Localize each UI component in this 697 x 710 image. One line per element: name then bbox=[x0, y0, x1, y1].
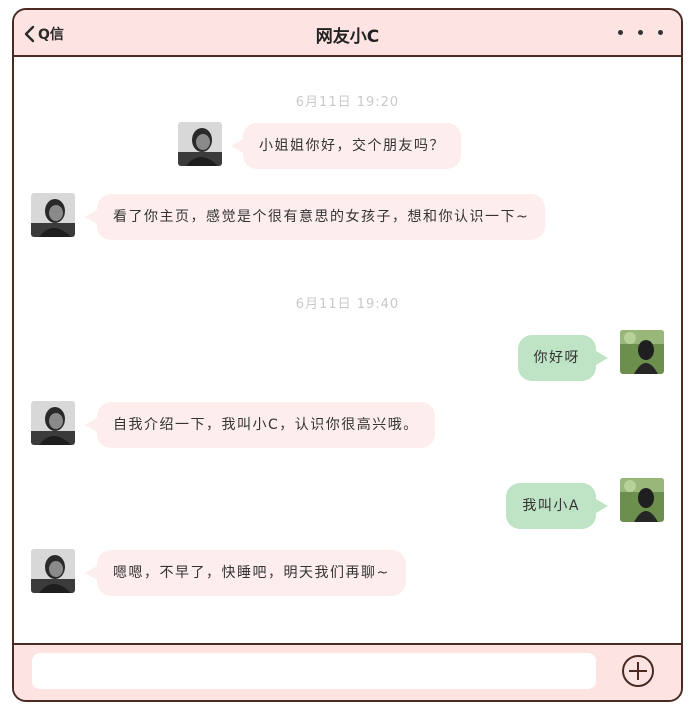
avatar-friend[interactable] bbox=[31, 401, 75, 445]
dot bbox=[618, 30, 623, 35]
dot bbox=[638, 30, 643, 35]
message-bubble-left: 小姐姐你好，交个朋友吗？ bbox=[231, 123, 461, 169]
message-bubble-left: 看了你主页，感觉是个很有意思的女孩子，想和你认识一下~ bbox=[84, 194, 546, 240]
chat-header: Q信 网友小C bbox=[14, 10, 681, 57]
avatar-friend[interactable] bbox=[178, 122, 222, 166]
message-bubble-left: 自我介绍一下，我叫小C，认识你很高兴哦。 bbox=[85, 402, 435, 448]
avatar-friend[interactable] bbox=[31, 193, 75, 237]
chat-window: Q信 网友小C 6月11日 19:20 小姐姐你好，交个朋友吗？ 看了你主页，感… bbox=[12, 8, 683, 702]
message-bubble-right: 我叫小A bbox=[506, 483, 608, 529]
input-bar bbox=[14, 643, 681, 700]
timestamp: 6月11日 19:40 bbox=[295, 297, 400, 312]
avatar-self[interactable] bbox=[620, 330, 664, 374]
chat-title: 网友小C bbox=[315, 27, 380, 47]
message-bubble-left: 嗯嗯，不早了，快睡吧，明天我们再聊~ bbox=[85, 550, 406, 596]
message-list[interactable]: 6月11日 19:20 小姐姐你好，交个朋友吗？ 看了你主页，感觉是个很有意思的… bbox=[14, 57, 681, 645]
message-input[interactable] bbox=[32, 653, 596, 689]
timestamp: 6月11日 19:20 bbox=[295, 95, 400, 110]
avatar-self[interactable] bbox=[620, 478, 664, 522]
message-bubble-right: 你好呀 bbox=[517, 335, 608, 381]
plus-circle-icon[interactable] bbox=[621, 654, 655, 688]
more-dots-icon[interactable] bbox=[618, 30, 663, 35]
dot bbox=[658, 30, 663, 35]
avatar-friend[interactable] bbox=[31, 549, 75, 593]
